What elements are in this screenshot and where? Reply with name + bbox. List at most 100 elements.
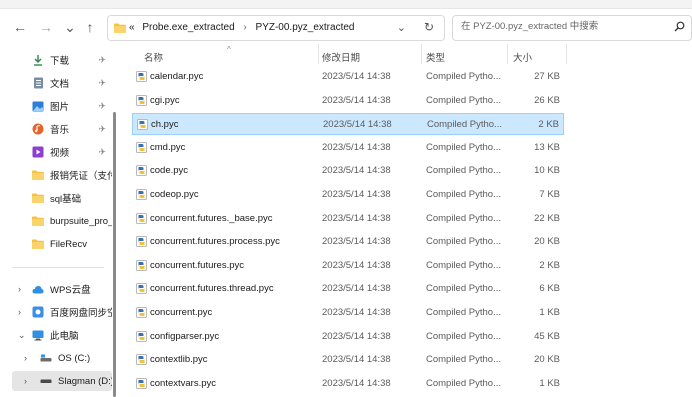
file-size: 7 KB — [539, 189, 560, 200]
file-modified-date: 2023/5/14 14:38 — [322, 259, 391, 271]
sidebar-item-label: 此电脑 — [50, 331, 79, 342]
python-file-icon — [136, 377, 147, 389]
document-icon — [32, 77, 44, 89]
breadcrumb-item[interactable]: Probe.exe_extracted — [142, 22, 234, 33]
file-row[interactable]: contextlib.pyc 2023/5/14 14:38 Compiled Py… — [132, 349, 564, 371]
file-row[interactable]: codeop.pyc 2023/5/14 14:38 Compiled Pytho.… — [132, 184, 564, 206]
column-header-date[interactable]: 修改日期 — [322, 50, 360, 64]
file-modified-date: 2023/5/14 14:38 — [323, 119, 392, 131]
drive-icon — [40, 352, 52, 364]
column-divider[interactable] — [566, 44, 567, 64]
column-header-size[interactable]: 大小 — [513, 50, 532, 64]
back-button[interactable]: ← — [10, 16, 30, 38]
sidebar-item-label: 报销凭证（支付 — [50, 171, 112, 182]
file-row[interactable]: configparser.pyc 2023/5/14 14:38 Compiled … — [132, 326, 564, 348]
python-file-icon — [136, 165, 147, 177]
file-type: Compiled Pytho... — [426, 141, 501, 153]
file-modified-date: 2023/5/14 14:38 — [322, 141, 391, 153]
sidebar-item-pictures[interactable]: 图片 ✈ — [12, 96, 112, 116]
breadcrumb-item[interactable]: PYZ-00.pyz_extracted — [256, 22, 355, 33]
drive-icon — [40, 375, 52, 387]
file-row[interactable]: ch.pyc 2023/5/14 14:38 Compiled Pytho... 2 … — [132, 113, 564, 136]
sidebar-item-videos[interactable]: 视频 ✈ — [12, 142, 112, 162]
file-size: 20 KB — [534, 354, 560, 366]
file-type: Compiled Pytho... — [426, 165, 501, 177]
file-name: calendar.pyc — [150, 71, 204, 82]
search-icon[interactable] — [674, 21, 685, 35]
sidebar-item-baidu-sync[interactable]: › 百度网盘同步空 — [12, 302, 112, 322]
sidebar-item-reimbursement-folder[interactable]: 报销凭证（支付 — [12, 165, 112, 185]
up-button[interactable]: ↑ — [80, 16, 100, 38]
forward-button[interactable]: → — [36, 16, 56, 38]
sidebar-item-drive-d[interactable]: › Slagman (D:) — [12, 371, 112, 391]
sidebar-item-label: OS (C:) — [58, 352, 91, 364]
column-divider[interactable] — [507, 44, 508, 64]
sidebar-item-wps-cloud[interactable]: › WPS云盘 — [12, 279, 112, 299]
file-type: Compiled Pytho... — [426, 236, 501, 248]
python-file-icon — [136, 259, 147, 271]
sidebar-scrollbar[interactable] — [113, 112, 116, 397]
file-row[interactable]: concurrent.pyc 2023/5/14 14:38 Compiled Py… — [132, 302, 564, 324]
file-modified-date: 2023/5/14 14:38 — [322, 283, 391, 295]
chevron-down-icon[interactable]: ⌄ — [18, 330, 26, 341]
chevron-right-icon[interactable]: › — [243, 22, 246, 33]
python-file-icon — [136, 283, 147, 295]
sidebar-item-documents[interactable]: 文档 ✈ — [12, 73, 112, 93]
breadcrumb-overflow[interactable]: « — [129, 22, 135, 33]
file-type: Compiled Pytho... — [426, 330, 501, 342]
file-row[interactable]: concurrent.futures._base.pyc 2023/5/14 14… — [132, 208, 564, 230]
chevron-right-icon[interactable]: › — [18, 307, 21, 317]
address-dropdown-button[interactable]: ⌄ — [397, 21, 406, 34]
breadcrumb: « Probe.exe_extracted › PYZ-00.pyz_extra… — [129, 22, 354, 33]
pin-icon: ✈ — [98, 77, 106, 88]
file-row[interactable]: contextvars.pyc 2023/5/14 14:38 Compiled P… — [132, 373, 564, 395]
sidebar-item-burpsuite-folder[interactable]: burpsuite_pro_ — [12, 211, 112, 231]
file-row[interactable]: calendar.pyc 2023/5/14 14:38 Compiled Pyth… — [132, 66, 564, 88]
file-row[interactable]: concurrent.futures.pyc 2023/5/14 14:38 Com… — [132, 255, 564, 277]
column-divider[interactable] — [421, 44, 422, 64]
chevron-right-icon[interactable]: › — [24, 376, 27, 386]
file-name: concurrent.pyc — [150, 307, 213, 318]
file-modified-date: 2023/5/14 14:38 — [322, 330, 391, 342]
forward-arrow-icon: → — [39, 19, 53, 35]
file-name: code.pyc — [150, 165, 189, 177]
recent-locations-button[interactable]: ⌄ — [60, 16, 80, 38]
chevron-right-icon[interactable]: › — [18, 284, 21, 294]
folder-icon — [32, 192, 44, 204]
navigation-pane: 下载 ✈ 文档 ✈ 图片 ✈ 音乐 ✈ 视频 ✈ 报销凭证（支付 sql基础 b… — [0, 44, 116, 397]
file-size: 13 KB — [534, 141, 560, 153]
sidebar-item-label: WPS云盘 — [50, 285, 91, 296]
refresh-button[interactable]: ↻ — [424, 20, 434, 34]
python-file-icon — [136, 71, 147, 82]
sidebar-item-music[interactable]: 音乐 ✈ — [12, 119, 112, 139]
file-size: 1 KB — [539, 377, 560, 389]
column-header-type[interactable]: 类型 — [426, 50, 445, 64]
column-header-name[interactable]: 名称 — [144, 50, 163, 64]
address-bar[interactable]: « Probe.exe_extracted › PYZ-00.pyz_extra… — [107, 15, 445, 41]
folder-icon — [32, 169, 44, 181]
python-file-icon — [137, 119, 148, 131]
sidebar-item-downloads[interactable]: 下载 ✈ — [12, 50, 112, 70]
up-arrow-icon: ↑ — [86, 19, 94, 35]
file-size: 6 KB — [539, 283, 560, 295]
file-size: 2 KB — [539, 259, 560, 271]
python-file-icon — [136, 141, 147, 153]
sidebar-item-sql-folder[interactable]: sql基础 — [12, 188, 112, 208]
file-row[interactable]: cgi.pyc 2023/5/14 14:38 Compiled Pytho... 2… — [132, 90, 564, 112]
column-divider[interactable] — [318, 44, 319, 64]
file-row[interactable]: cmd.pyc 2023/5/14 14:38 Compiled Pytho... 1… — [132, 137, 564, 159]
file-modified-date: 2023/5/14 14:38 — [322, 307, 391, 318]
file-row[interactable]: code.pyc 2023/5/14 14:38 Compiled Pytho...… — [132, 160, 564, 182]
file-modified-date: 2023/5/14 14:38 — [322, 236, 391, 248]
file-name: concurrent.futures._base.pyc — [150, 212, 273, 224]
file-row[interactable]: concurrent.futures.process.pyc 2023/5/14 … — [132, 231, 564, 253]
file-size: 22 KB — [534, 212, 560, 224]
sidebar-item-filerecv-folder[interactable]: FileRecv — [12, 234, 112, 254]
search-box[interactable] — [452, 15, 692, 41]
sidebar-item-this-pc[interactable]: ⌄ 此电脑 — [12, 325, 112, 345]
file-row[interactable]: concurrent.futures.thread.pyc 2023/5/14 1… — [132, 278, 564, 300]
chevron-right-icon[interactable]: › — [24, 353, 27, 363]
sidebar-item-drive-c[interactable]: › OS (C:) — [12, 348, 112, 368]
search-input[interactable] — [459, 20, 663, 33]
python-file-icon — [136, 94, 147, 106]
